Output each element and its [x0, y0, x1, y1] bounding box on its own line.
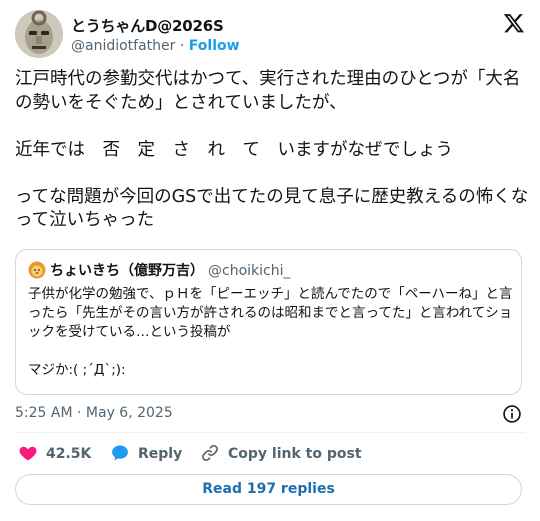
copy-link-button[interactable]: Copy link to post [200, 443, 362, 465]
info-icon[interactable] [502, 404, 522, 424]
like-button[interactable]: 42.5K [18, 443, 91, 465]
quoted-display-name: ちょいきち（億野万吉） [50, 263, 204, 279]
post-time: 5:25 AM [15, 405, 73, 421]
copy-link-label: Copy link to post [228, 446, 362, 462]
lion-avatar-icon [28, 261, 46, 279]
like-count: 42.5K [46, 446, 92, 462]
post-text: 江戸時代の参勤交代はかつて、実行された理由のひとつが「大名の勢いをそぐため」とさ… [15, 69, 529, 230]
post-date: May 6, 2025 [85, 405, 173, 421]
timestamp-separator: · [77, 405, 82, 421]
reply-bubble-icon [112, 445, 128, 461]
reply-label: Reply [138, 446, 183, 462]
mask-avatar-image [15, 10, 63, 58]
author-handle-row: @anidiotfather · Follow [71, 36, 240, 56]
handle-separator: · [179, 38, 185, 54]
author-handle[interactable]: @anidiotfather [71, 38, 175, 54]
quoted-post-header: ちょいきち（億野万吉） @choikichi_ [28, 261, 290, 280]
heart-icon [19, 446, 37, 461]
reply-button[interactable]: Reply [110, 443, 182, 465]
post-header: とうちゃんD@2026S @anidiotfather · Follow [15, 10, 528, 60]
read-replies-button[interactable]: Read 197 replies [15, 474, 522, 505]
x-logo-icon[interactable] [503, 12, 525, 34]
quoted-post[interactable]: ちょいきち（億野万吉） @choikichi_ 子供が化学の勉強で、ｐＨを「ピーエ… [15, 249, 522, 395]
author-avatar[interactable] [15, 10, 63, 58]
quoted-handle: @choikichi_ [208, 263, 291, 279]
quoted-post-text: 子供が化学の勉強で、ｐＨを「ピーエッチ」と読んでたので「ペーハーね」と言ったら「… [28, 286, 513, 378]
follow-button[interactable]: Follow [189, 38, 240, 54]
divider [15, 432, 525, 433]
author-display-name[interactable]: とうちゃんD@2026S [71, 16, 240, 36]
author-names: とうちゃんD@2026S @anidiotfather · Follow [71, 16, 240, 56]
link-icon [202, 445, 218, 461]
post-timestamp[interactable]: 5:25 AM · May 6, 2025 [15, 403, 173, 423]
